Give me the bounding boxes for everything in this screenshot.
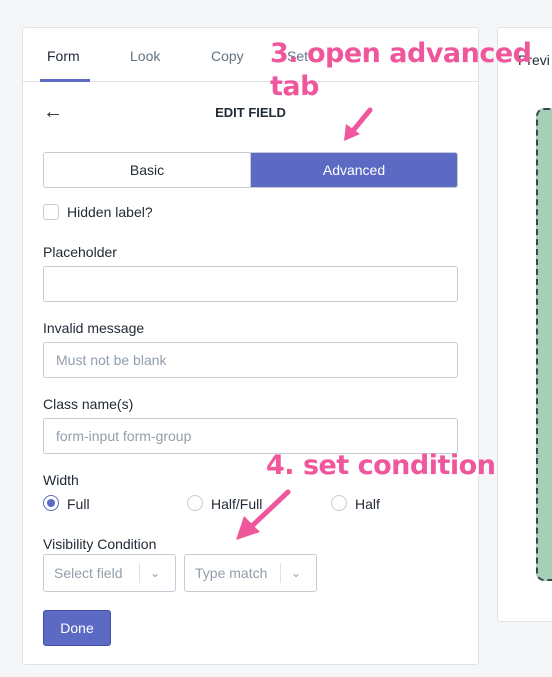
hidden-label-checkbox[interactable] xyxy=(43,204,59,220)
edit-field-panel: Form Look Copy Set ← EDIT FIELD Basic Ad… xyxy=(22,27,479,665)
class-names-label: Class name(s) xyxy=(43,396,134,412)
annotation-arrow-icon xyxy=(236,489,291,540)
basic-advanced-toggle: Basic Advanced xyxy=(43,152,458,188)
placeholder-input[interactable] xyxy=(43,266,458,302)
select-field-placeholder: Select field xyxy=(54,565,123,581)
chevron-down-icon: ⌄ xyxy=(291,566,302,580)
width-half-label: Half xyxy=(355,496,380,512)
basic-tab-button[interactable]: Basic xyxy=(44,153,251,187)
annotation-step3-line2: tab xyxy=(270,71,319,102)
tab-look[interactable]: Look xyxy=(130,48,160,64)
width-label: Width xyxy=(43,472,79,488)
annotation-step3-line1: 3. open advanced xyxy=(270,38,532,69)
chevron-down-icon: ⌄ xyxy=(150,566,161,580)
active-tab-underline xyxy=(40,79,90,82)
class-names-input[interactable]: form-input form-group xyxy=(43,418,458,454)
width-full-label: Full xyxy=(67,496,90,512)
preview-form-canvas xyxy=(536,108,552,581)
placeholder-label: Placeholder xyxy=(43,244,117,260)
dropdown-separator xyxy=(139,563,140,583)
page-title: EDIT FIELD xyxy=(215,105,286,120)
invalid-message-input[interactable]: Must not be blank xyxy=(43,342,458,378)
annotation-step4: 4. set condition xyxy=(266,450,496,481)
visibility-condition-label: Visibility Condition xyxy=(43,536,157,552)
invalid-message-label: Invalid message xyxy=(43,320,145,336)
tab-form[interactable]: Form xyxy=(47,48,80,64)
select-field-dropdown[interactable]: Select field ⌄ xyxy=(43,554,176,592)
width-full-radio[interactable] xyxy=(43,495,59,511)
type-match-placeholder: Type match xyxy=(195,565,268,581)
dropdown-separator xyxy=(280,563,281,583)
advanced-tab-button[interactable]: Advanced xyxy=(251,153,457,187)
annotation-arrow-icon xyxy=(344,107,373,141)
hidden-label-text: Hidden label? xyxy=(67,204,153,220)
preview-panel: Previ xyxy=(497,27,552,622)
tab-copy[interactable]: Copy xyxy=(211,48,244,64)
width-half-full-radio[interactable] xyxy=(187,495,203,511)
width-half-radio[interactable] xyxy=(331,495,347,511)
done-button[interactable]: Done xyxy=(43,610,111,646)
type-match-dropdown[interactable]: Type match ⌄ xyxy=(184,554,317,592)
